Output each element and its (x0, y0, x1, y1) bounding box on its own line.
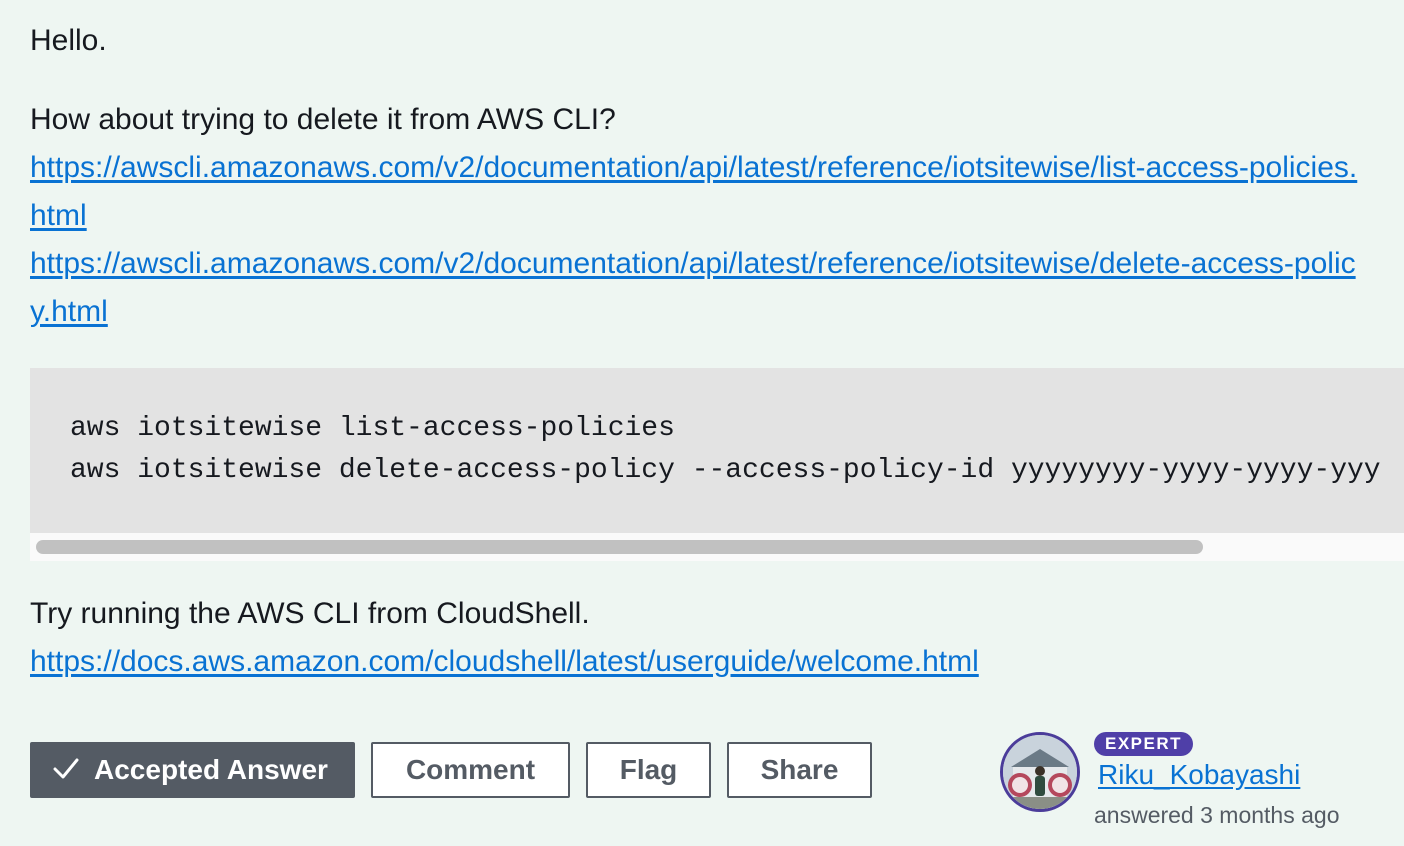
cloudshell-link[interactable]: https://docs.aws.amazon.com/cloudshell/l… (30, 638, 979, 686)
avatar-image (1003, 735, 1077, 809)
code-content: aws iotsitewise list-access-policies aws… (30, 368, 1404, 533)
cloudshell-text: Try running the AWS CLI from CloudShell. (30, 597, 590, 630)
flag-button[interactable]: Flag (586, 742, 711, 798)
accepted-answer-button[interactable]: Accepted Answer (30, 742, 355, 798)
code-line: aws iotsitewise list-access-policies (70, 413, 675, 444)
user-avatar[interactable] (1000, 732, 1080, 812)
share-button[interactable]: Share (727, 742, 872, 798)
expert-badge: EXPERT (1094, 732, 1194, 756)
intro-text: How about trying to delete it from AWS C… (30, 103, 616, 136)
accepted-answer-label: Accepted Answer (94, 754, 328, 785)
check-icon (53, 758, 79, 779)
author-name-link[interactable]: Riku_Kobayashi (1098, 758, 1300, 792)
code-line: aws iotsitewise delete-access-policy --a… (70, 455, 1381, 486)
greeting-text: Hello. (30, 24, 107, 57)
list-access-policies-link[interactable]: https://awscli.amazonaws.com/v2/document… (30, 144, 1360, 240)
code-horizontal-scrollbar[interactable] (30, 533, 1404, 561)
scrollbar-thumb[interactable] (36, 540, 1203, 554)
comment-button[interactable]: Comment (371, 742, 570, 798)
delete-access-policy-link[interactable]: https://awscli.amazonaws.com/v2/document… (30, 240, 1360, 336)
author-card: EXPERT Riku_Kobayashi answered 3 months … (1000, 732, 1404, 832)
code-block: aws iotsitewise list-access-policies aws… (30, 368, 1404, 561)
answered-timestamp: answered 3 months ago (1094, 802, 1340, 828)
